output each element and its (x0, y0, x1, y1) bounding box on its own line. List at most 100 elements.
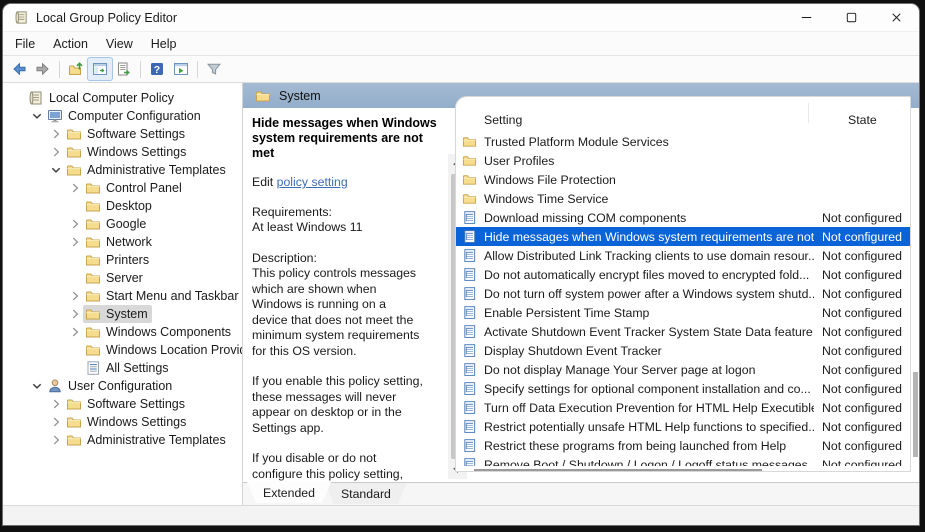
tree-node[interactable]: System (83, 305, 152, 323)
tree-node[interactable]: Windows Location Provider (83, 341, 243, 359)
horizontal-scrollbar[interactable] (456, 466, 910, 472)
chevron-right-icon[interactable] (66, 216, 83, 232)
tab-extended[interactable]: Extended (247, 482, 331, 503)
list-row-windows-time-service[interactable]: Windows Time Service (456, 189, 910, 208)
export-list-icon[interactable] (112, 58, 136, 80)
list-row-user-profiles[interactable]: User Profiles (456, 151, 910, 170)
menu-action[interactable]: Action (44, 33, 97, 55)
tree-node[interactable]: Administrative Templates (64, 431, 230, 449)
tree-node[interactable]: Local Computer Policy (26, 89, 178, 107)
tree-node[interactable]: Google (83, 215, 150, 233)
chevron-right-icon[interactable] (66, 306, 83, 322)
list-row-display-shutdown-event-tracker[interactable]: Display Shutdown Event TrackerNot config… (456, 341, 910, 360)
tree-node[interactable]: Server (83, 269, 147, 287)
up-one-level-icon[interactable] (64, 58, 88, 80)
tree-node[interactable]: Start Menu and Taskbar (83, 287, 242, 305)
forward-icon[interactable] (31, 58, 55, 80)
tree-item-google[interactable]: Google (3, 215, 242, 233)
tab-standard[interactable]: Standard (325, 483, 407, 504)
tree-item-local-computer-policy[interactable]: Local Computer Policy (3, 89, 242, 107)
tree-node[interactable]: Computer Configuration (45, 107, 205, 125)
menu-view[interactable]: View (97, 33, 142, 55)
tree-node[interactable]: Windows Settings (64, 143, 190, 161)
tree-node[interactable]: Printers (83, 251, 153, 269)
tree-node[interactable]: Administrative Templates (64, 161, 230, 179)
list-row-do-not-display-manage-your-server-page-a[interactable]: Do not display Manage Your Server page a… (456, 360, 910, 379)
list-row-activate-shutdown-event-tracker-system-s[interactable]: Activate Shutdown Event Tracker System S… (456, 322, 910, 341)
tree-item-user-configuration[interactable]: User Configuration (3, 377, 242, 395)
tree-node[interactable]: User Configuration (45, 377, 176, 395)
close-button[interactable] (874, 4, 919, 31)
chevron-right-icon[interactable] (66, 180, 83, 196)
folder-icon (66, 162, 82, 178)
tree-node[interactable]: Software Settings (64, 395, 189, 413)
tree-node[interactable]: Windows Components (83, 323, 235, 341)
tree-item-network[interactable]: Network (3, 233, 242, 251)
list-row-turn-off-data-execution-prevention-for-h[interactable]: Turn off Data Execution Prevention for H… (456, 398, 910, 417)
policy-icon (462, 343, 484, 358)
maximize-button[interactable] (829, 4, 874, 31)
tree-item-computer-configuration[interactable]: Computer Configuration (3, 107, 242, 125)
tree-node[interactable]: Network (83, 233, 156, 251)
chevron-down-icon[interactable] (28, 378, 45, 394)
tree-item-windows-settings[interactable]: Windows Settings (3, 413, 242, 431)
show-console-tree-icon[interactable] (88, 58, 112, 80)
tree-item-all-settings[interactable]: All Settings (3, 359, 242, 377)
show-properties-icon[interactable] (169, 58, 193, 80)
vertical-scrollbar-thumb[interactable] (913, 372, 918, 457)
list-row-do-not-turn-off-system-power-after-a-win[interactable]: Do not turn off system power after a Win… (456, 284, 910, 303)
list-row-remove-boot-shutdown-logon-logoff-status[interactable]: Remove Boot / Shutdown / Logon / Logoff … (456, 455, 910, 466)
list-row-hide-messages-when-windows-system-requir[interactable]: Hide messages when Windows system requir… (456, 227, 910, 246)
list-row-do-not-automatically-encrypt-files-moved[interactable]: Do not automatically encrypt files moved… (456, 265, 910, 284)
chevron-right-icon[interactable] (47, 126, 64, 142)
menu-help[interactable]: Help (142, 33, 186, 55)
tree-item-windows-components[interactable]: Windows Components (3, 323, 242, 341)
tree-node[interactable]: All Settings (83, 359, 173, 377)
minimize-button[interactable] (784, 4, 829, 31)
chevron-down-icon[interactable] (47, 162, 64, 178)
column-header-setting[interactable]: Setting (484, 113, 810, 127)
edit-policy-setting-link[interactable]: policy setting (277, 175, 348, 189)
back-icon[interactable] (7, 58, 31, 80)
list-row-trusted-platform-module-services[interactable]: Trusted Platform Module Services (456, 132, 910, 151)
list-row-download-missing-com-components[interactable]: Download missing COM componentsNot confi… (456, 208, 910, 227)
expander-spacer (66, 360, 83, 376)
list-row-restrict-potentially-unsafe-html-help-fu[interactable]: Restrict potentially unsafe HTML Help fu… (456, 417, 910, 436)
list-row-enable-persistent-time-stamp[interactable]: Enable Persistent Time StampNot configur… (456, 303, 910, 322)
list-row-specify-settings-for-optional-component-[interactable]: Specify settings for optional component … (456, 379, 910, 398)
column-header-state[interactable]: State (810, 113, 910, 127)
tree-item-administrative-templates[interactable]: Administrative Templates (3, 161, 242, 179)
tree-item-windows-location-provider[interactable]: Windows Location Provider (3, 341, 242, 359)
chevron-down-icon[interactable] (28, 108, 45, 124)
list-row-windows-file-protection[interactable]: Windows File Protection (456, 170, 910, 189)
tree-node[interactable]: Desktop (83, 197, 156, 215)
tree-item-software-settings[interactable]: Software Settings (3, 125, 242, 143)
tree-node[interactable]: Control Panel (83, 179, 186, 197)
tree-item-start-menu-and-taskbar[interactable]: Start Menu and Taskbar (3, 287, 242, 305)
chevron-right-icon[interactable] (47, 144, 64, 160)
tree-item-software-settings[interactable]: Software Settings (3, 395, 242, 413)
chevron-right-icon[interactable] (47, 396, 64, 412)
list-row-allow-distributed-link-tracking-clients-[interactable]: Allow Distributed Link Tracking clients … (456, 246, 910, 265)
chevron-right-icon[interactable] (66, 288, 83, 304)
chevron-right-icon[interactable] (66, 324, 83, 340)
tree-item-administrative-templates[interactable]: Administrative Templates (3, 431, 242, 449)
tree-item-control-panel[interactable]: Control Panel (3, 179, 242, 197)
tree-item-printers[interactable]: Printers (3, 251, 242, 269)
tree-node[interactable]: Windows Settings (64, 413, 190, 431)
tree-item-system[interactable]: System (3, 305, 242, 323)
help-icon[interactable]: ? (145, 58, 169, 80)
tree-item-windows-settings[interactable]: Windows Settings (3, 143, 242, 161)
list-row-restrict-these-programs-from-being-launc[interactable]: Restrict these programs from being launc… (456, 436, 910, 455)
chevron-right-icon[interactable] (66, 234, 83, 250)
chevron-right-icon[interactable] (47, 414, 64, 430)
tree-node[interactable]: Software Settings (64, 125, 189, 143)
tree-item-server[interactable]: Server (3, 269, 242, 287)
column-divider[interactable] (808, 103, 809, 123)
menu-file[interactable]: File (6, 33, 44, 55)
setting-name: Do not automatically encrypt files moved… (484, 268, 814, 282)
chevron-right-icon[interactable] (47, 432, 64, 448)
tree-item-desktop[interactable]: Desktop (3, 197, 242, 215)
horizontal-scrollbar-thumb[interactable] (474, 469, 762, 472)
filter-icon[interactable] (202, 58, 226, 80)
